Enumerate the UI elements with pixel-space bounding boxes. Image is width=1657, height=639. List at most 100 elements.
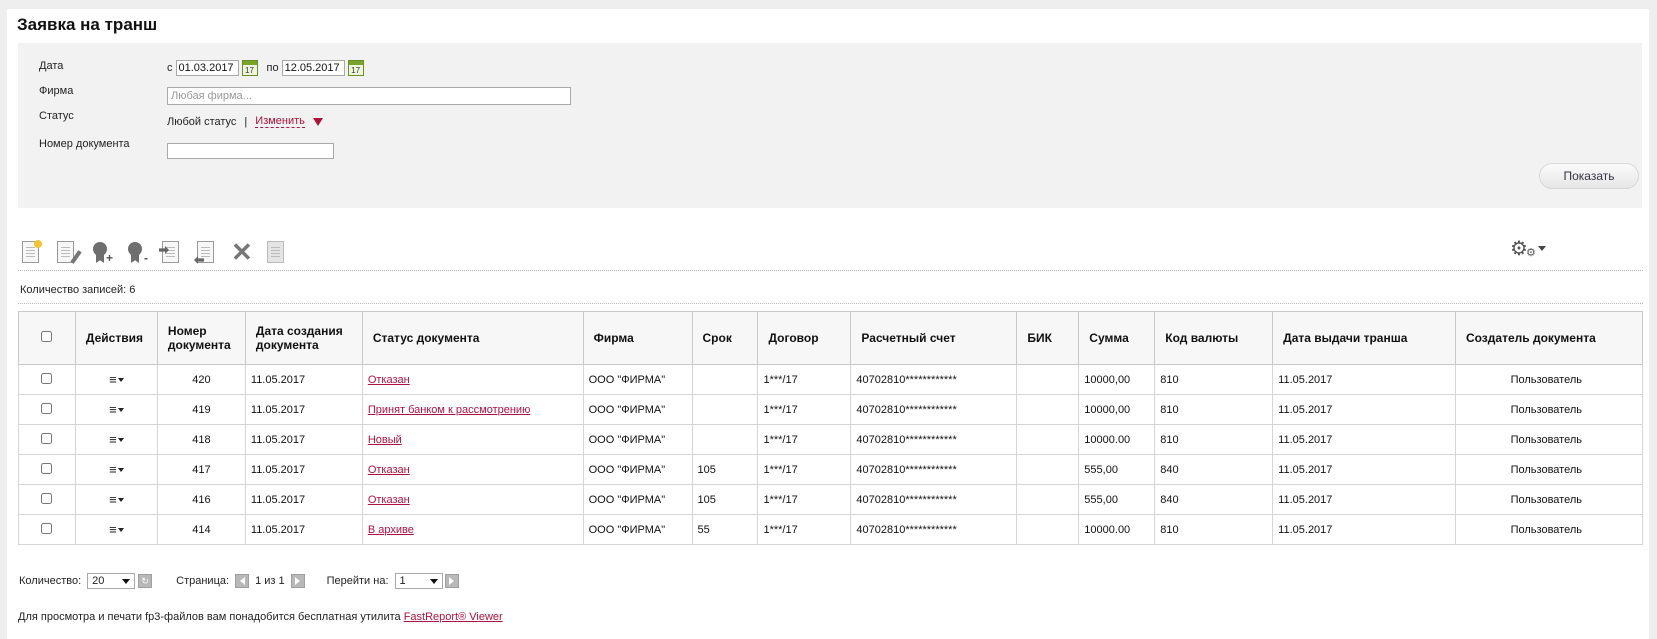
page: Заявка на транш Дата с 17 по 17 Фирма Лю… <box>7 9 1649 639</box>
row-checkbox[interactable] <box>41 432 53 444</box>
firm-label: Фирма <box>39 85 74 97</box>
row-check-cell <box>18 484 76 515</box>
row-checkbox[interactable] <box>41 372 53 384</box>
row-checkbox[interactable] <box>41 402 53 414</box>
docnum-input[interactable] <box>167 143 334 159</box>
calendar-icon[interactable]: 17 <box>241 60 258 76</box>
print-icon[interactable] <box>264 240 288 266</box>
cell-issue-date: 11.05.2017 <box>1272 424 1456 455</box>
calendar-day: 17 <box>351 66 361 75</box>
actions-menu-button[interactable]: ≡ <box>109 492 124 507</box>
select-all-checkbox[interactable] <box>41 331 53 342</box>
actions-menu-button[interactable]: ≡ <box>109 402 124 417</box>
prev-page-icon[interactable] <box>235 574 250 588</box>
date-range: с 17 по 17 <box>167 60 370 76</box>
col-status[interactable]: Статус документа <box>361 311 584 365</box>
divider <box>18 270 1643 271</box>
calendar-icon[interactable]: 17 <box>347 60 364 76</box>
row-checkbox[interactable] <box>41 492 53 504</box>
goto-select[interactable]: 1 <box>394 573 443 589</box>
cell-status: Принят банком к рассмотрению <box>361 394 584 425</box>
toolbar: + - ✕ <box>19 239 288 266</box>
chevron-down-icon <box>117 497 124 502</box>
menu-icon: ≡ <box>109 492 117 507</box>
cell-number: 420 <box>156 364 246 395</box>
actions-menu-button[interactable]: ≡ <box>109 462 124 477</box>
cell-status: Отказан <box>361 484 584 515</box>
cell-contract: 1***/17 <box>757 394 852 425</box>
send-icon[interactable] <box>159 240 183 266</box>
pager: Количество: 20 ↻ Страница: 1 из 1 Перейт… <box>19 573 459 589</box>
cell-bik <box>1016 364 1080 395</box>
col-creator[interactable]: Создатель документа <box>1454 311 1644 365</box>
sign-icon[interactable]: - <box>124 240 148 266</box>
col-contract[interactable]: Договор <box>757 311 852 365</box>
cell-bik <box>1016 424 1080 455</box>
cell-status: Новый <box>361 424 584 455</box>
divider <box>18 303 1643 304</box>
firm-input[interactable]: Любая фирма... <box>167 87 571 105</box>
actions-menu-button[interactable]: ≡ <box>109 372 124 387</box>
row-check-cell <box>18 394 76 425</box>
quantity-select[interactable]: 20 <box>87 573 136 589</box>
triangle-down-icon[interactable] <box>312 117 323 126</box>
row-actions-cell: ≡ <box>74 394 158 425</box>
delete-icon[interactable]: ✕ <box>229 239 253 266</box>
col-actions[interactable]: Действия <box>74 311 158 365</box>
cell-sum: 10000.00 <box>1078 514 1156 545</box>
col-issue-date[interactable]: Дата выдачи транша <box>1272 311 1456 365</box>
row-checkbox[interactable] <box>41 462 53 474</box>
col-created[interactable]: Дата создания документа <box>244 311 363 365</box>
col-term[interactable]: Срок <box>691 311 759 365</box>
cell-account: 40702810************ <box>850 514 1018 545</box>
settings-button[interactable]: ⚙ ⚙ <box>1510 238 1546 259</box>
edit-document-icon[interactable] <box>54 240 82 266</box>
status-link[interactable]: Новый <box>368 434 402 446</box>
cell-bik <box>1016 514 1080 545</box>
col-currency[interactable]: Код валюты <box>1154 311 1274 365</box>
records-label: Количество записей: <box>20 284 127 296</box>
row-checkbox[interactable] <box>41 522 53 534</box>
cell-created: 11.05.2017 <box>244 364 363 395</box>
status-link[interactable]: Отказан <box>368 464 410 476</box>
go-icon[interactable] <box>444 574 459 588</box>
recall-icon[interactable] <box>194 240 218 266</box>
cell-issue-date: 11.05.2017 <box>1272 454 1456 485</box>
cell-currency: 810 <box>1154 364 1274 395</box>
chevron-down-icon <box>117 407 124 412</box>
fastreport-link[interactable]: FastReport® Viewer <box>404 611 503 623</box>
actions-menu-button[interactable]: ≡ <box>109 522 124 537</box>
date-to-input[interactable] <box>281 60 345 76</box>
change-status-link[interactable]: Изменить <box>255 115 305 128</box>
cell-created: 11.05.2017 <box>244 484 363 515</box>
refresh-icon[interactable]: ↻ <box>138 574 153 588</box>
col-number[interactable]: Номер документа <box>156 311 246 365</box>
table-row: ≡ 417 11.05.2017 Отказан ООО "ФИРМА" 105 1***/… <box>18 454 1644 485</box>
date-from-input[interactable] <box>175 60 239 76</box>
sign-add-icon[interactable]: + <box>89 240 113 266</box>
col-bik[interactable]: БИК <box>1016 311 1080 365</box>
chevron-down-icon <box>117 377 124 382</box>
cell-account: 40702810************ <box>850 364 1018 395</box>
col-sum[interactable]: Сумма <box>1078 311 1156 365</box>
cell-currency: 810 <box>1154 514 1274 545</box>
actions-menu-button[interactable]: ≡ <box>109 432 124 447</box>
menu-icon: ≡ <box>109 432 117 447</box>
docnum-label: Номер документа <box>39 138 130 150</box>
new-document-icon[interactable] <box>19 240 43 266</box>
cell-contract: 1***/17 <box>757 484 852 515</box>
cell-currency: 840 <box>1154 484 1274 515</box>
status-link[interactable]: Отказан <box>368 374 410 386</box>
cell-firm: ООО "ФИРМА" <box>582 364 693 395</box>
col-account[interactable]: Расчетный счет <box>850 311 1018 365</box>
menu-icon: ≡ <box>109 372 117 387</box>
cell-account: 40702810************ <box>850 424 1018 455</box>
col-firm[interactable]: Фирма <box>582 311 693 365</box>
cell-issue-date: 11.05.2017 <box>1272 514 1456 545</box>
show-button[interactable]: Показать <box>1539 163 1639 189</box>
status-label: Статус <box>39 110 74 122</box>
status-link[interactable]: Отказан <box>368 494 410 506</box>
status-link[interactable]: В архиве <box>368 524 414 536</box>
status-link[interactable]: Принят банком к рассмотрению <box>368 404 531 416</box>
next-page-icon[interactable] <box>290 574 305 588</box>
